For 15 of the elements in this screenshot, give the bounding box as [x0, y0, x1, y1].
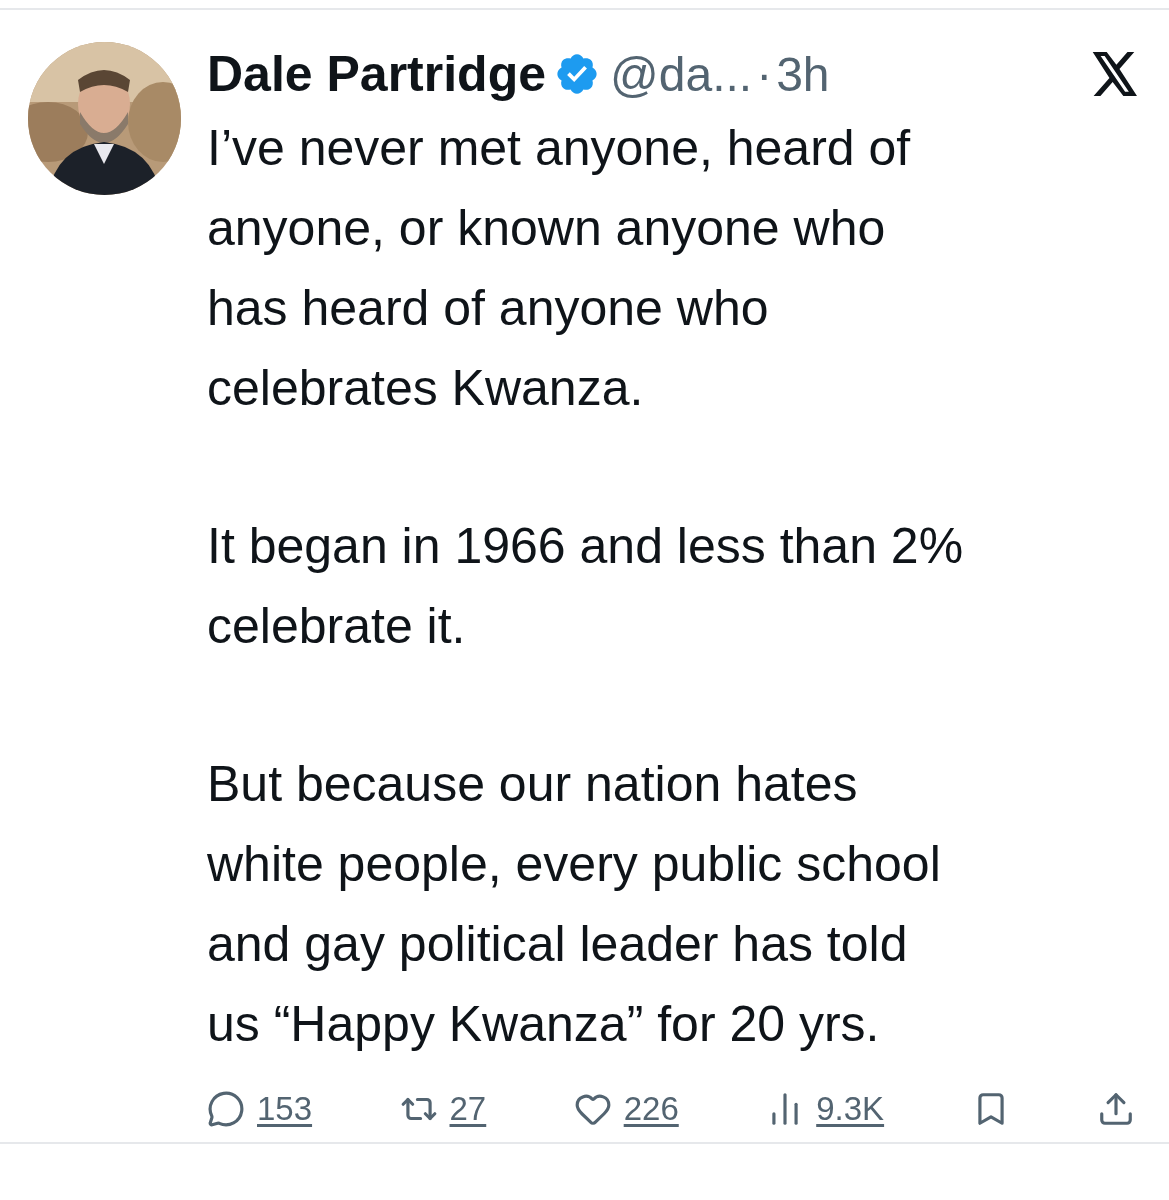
tweet-paragraph: It began in 1966 and less than 2% celebrate it.	[207, 517, 965, 656]
share-button[interactable]	[1097, 1090, 1135, 1128]
separator-dot: ·	[756, 46, 773, 102]
like-button[interactable]: 226	[573, 1090, 679, 1128]
share-icon	[1097, 1090, 1135, 1128]
post-time[interactable]: 3h	[776, 46, 830, 102]
speech-bubble-icon	[207, 1090, 245, 1128]
reply-button[interactable]: 153	[207, 1090, 313, 1128]
tweet-paragraph: But because our nation hates white people, every public school and gay political leader has told us “Happy Kwanza” for 20 yrs.	[207, 755, 942, 1054]
author-handle[interactable]: @da...	[610, 46, 753, 102]
repost-button[interactable]: 27	[399, 1090, 487, 1128]
x-logo-icon	[1091, 52, 1139, 96]
tweet-paragraph: I’ve never met anyone, heard of anyone, or known anyone who has heard of anyone who celebrates Kwanza.	[207, 119, 912, 418]
views-button[interactable]: 9.3K	[766, 1090, 885, 1128]
author-name[interactable]: Dale Partridge	[207, 45, 546, 103]
